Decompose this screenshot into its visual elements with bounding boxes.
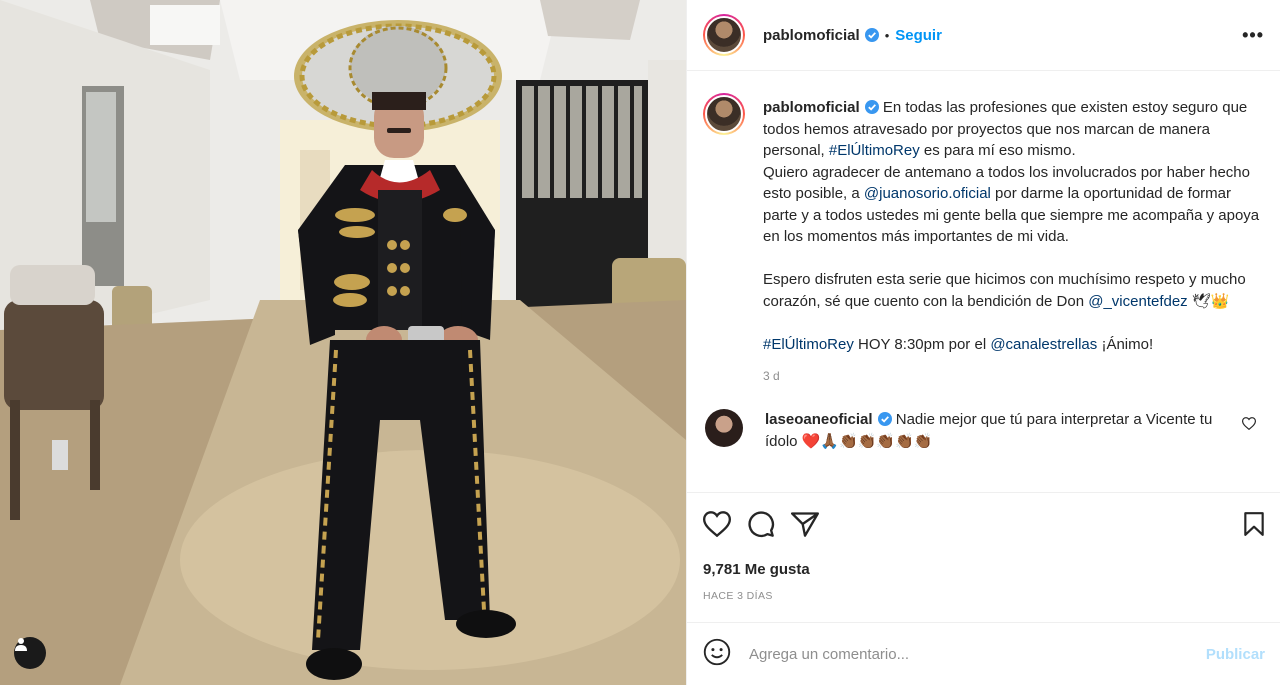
tagged-users-button[interactable] (14, 637, 46, 669)
caption-emoji: 🕊👑 (1187, 292, 1230, 310)
person-icon (15, 638, 27, 651)
comment-input[interactable] (749, 645, 1206, 663)
like-heart-icon[interactable] (703, 511, 731, 537)
save-bookmark-icon[interactable] (1243, 511, 1265, 537)
follow-button[interactable]: Seguir (895, 27, 942, 44)
caption-p4-end: ¡Ánimo! (1097, 335, 1154, 353)
caption-p4-text: HOY 8:30pm por el (853, 335, 991, 353)
author-avatar[interactable] (703, 14, 745, 56)
verified-badge-icon (864, 100, 879, 114)
comment-text: laseoaneoficial Nadie mejor que tú para … (765, 409, 1235, 452)
hashtag-link[interactable]: #ElÚltimoRey (829, 142, 920, 159)
more-options-icon[interactable]: ••• (1242, 25, 1264, 46)
instagram-post: pablomoficial • Seguir ••• pablomoficial… (0, 0, 1280, 685)
caption-p1-end: es para mí eso mismo. (919, 142, 1076, 159)
hashtag-link[interactable]: #ElÚltimoRey (763, 336, 854, 353)
comment-bubble-icon[interactable] (747, 510, 775, 538)
post-header: pablomoficial • Seguir ••• (687, 0, 1280, 71)
post-date[interactable]: HACE 3 DÍAS (703, 590, 1265, 602)
like-comment-heart-icon[interactable] (1241, 417, 1257, 435)
caption-avatar[interactable] (703, 93, 745, 135)
caption-timestamp[interactable]: 3 d (763, 369, 1264, 383)
publish-button[interactable]: Publicar (1206, 646, 1265, 663)
verified-badge-icon (877, 412, 892, 426)
author-username[interactable]: pablomoficial (763, 27, 860, 44)
commenter-username[interactable]: laseoaneoficial (765, 411, 873, 428)
caption-username[interactable]: pablomoficial (763, 99, 860, 116)
action-icons-bar (703, 509, 1265, 539)
post-actions: 9,781 Me gusta HACE 3 DÍAS (687, 492, 1280, 602)
verified-badge-icon (864, 28, 879, 42)
comment-emoji: ❤️🙏🏾👏🏾👏🏾👏🏾👏🏾👏🏾 (801, 432, 933, 450)
separator-dot: • (884, 27, 890, 43)
add-comment-bar: Publicar (687, 622, 1280, 685)
mention-link[interactable]: @canalestrellas (990, 336, 1097, 353)
post-caption: pablomoficial En todas las profesiones q… (703, 93, 1264, 355)
commenter-avatar[interactable] (705, 409, 743, 447)
likes-count[interactable]: 9,781 Me gusta (703, 561, 1265, 578)
comments-section: pablomoficial En todas las profesiones q… (687, 71, 1280, 492)
emoji-smiley-icon[interactable] (703, 638, 731, 671)
post-details-panel: pablomoficial • Seguir ••• pablomoficial… (686, 0, 1280, 685)
caption-text: pablomoficial En todas las profesiones q… (763, 97, 1263, 355)
comment-item: laseoaneoficial Nadie mejor que tú para … (703, 409, 1264, 452)
share-paper-plane-icon[interactable] (791, 511, 819, 537)
mariachi-photo-illustration (0, 0, 686, 685)
mention-link[interactable]: @juanosorio.oficial (864, 185, 991, 202)
post-photo[interactable] (0, 0, 686, 685)
mention-link[interactable]: @_vicentefdez (1088, 293, 1187, 310)
